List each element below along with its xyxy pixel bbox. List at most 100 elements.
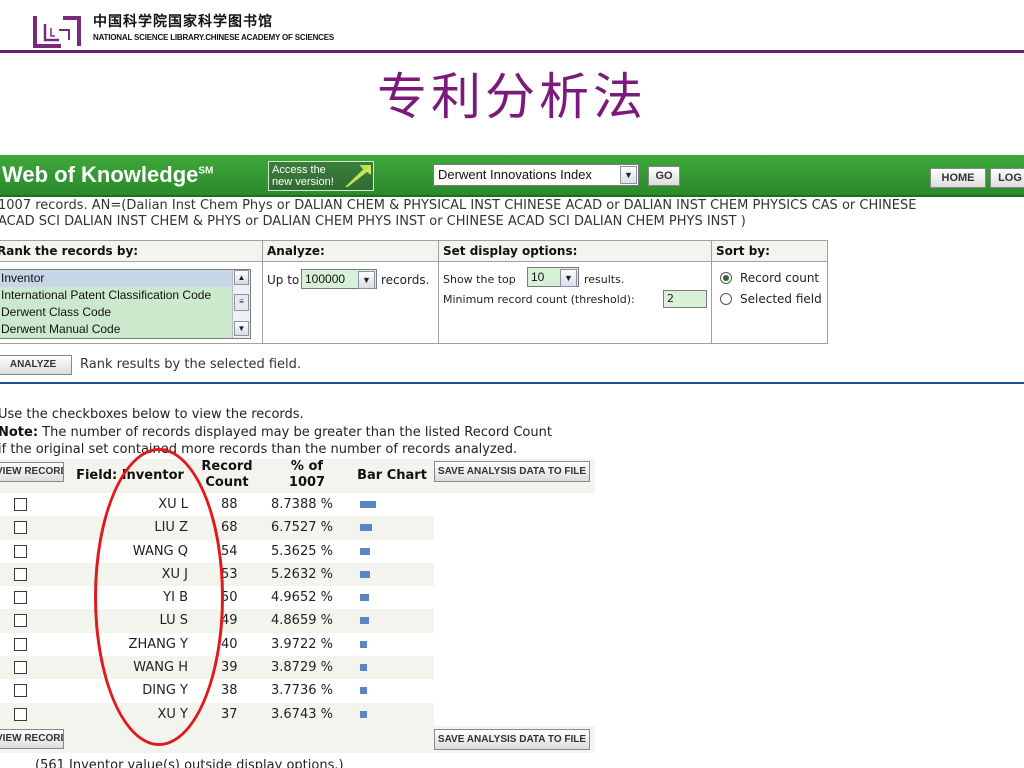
display-top-value: 10 bbox=[531, 270, 545, 284]
bar-chart-bar bbox=[360, 617, 369, 625]
display-options-panel: Set display options: Show the top 10 ▼ r… bbox=[438, 240, 712, 344]
org-name-english: NATIONAL SCIENCE LIBRARY.CHINESE ACADEMY… bbox=[93, 33, 335, 42]
rank-option[interactable]: Inventor bbox=[0, 270, 250, 287]
view-records-button[interactable]: VIEW RECORDS bbox=[0, 728, 64, 749]
analyze-hint: Rank results by the selected field. bbox=[80, 357, 302, 372]
chevron-down-icon[interactable]: ▼ bbox=[620, 166, 637, 184]
sort-selected-field-radio[interactable] bbox=[720, 293, 732, 305]
row-checkbox[interactable] bbox=[14, 707, 27, 721]
note-label: Note: bbox=[0, 425, 39, 440]
percent-value: 4.9652 % bbox=[271, 590, 333, 606]
access-line-1: Access the bbox=[272, 164, 326, 176]
chevron-down-icon[interactable]: ▼ bbox=[560, 269, 577, 287]
scroll-down-icon[interactable]: ▼ bbox=[234, 321, 249, 336]
wok-toolbar: Web of KnowledgeSM Access the new versio… bbox=[0, 155, 1024, 197]
display-top-select[interactable]: 10 ▼ bbox=[527, 267, 579, 287]
bar-chart-bar bbox=[360, 501, 376, 508]
save-analysis-button[interactable]: SAVE ANALYSIS DATA TO FILE bbox=[434, 461, 590, 482]
section-divider bbox=[0, 382, 1024, 384]
percent-value: 3.9722 % bbox=[271, 636, 333, 652]
wok-brand[interactable]: Web of KnowledgeSM bbox=[2, 162, 213, 188]
sort-selected-field-label: Selected field bbox=[740, 292, 822, 306]
row-checkbox[interactable] bbox=[14, 661, 27, 675]
log-button[interactable]: LOG bbox=[990, 168, 1024, 188]
bar-chart-bar bbox=[360, 710, 367, 718]
slide-header: 中国科学院国家科学图书馆 NATIONAL SCIENCE LIBRARY.CH… bbox=[0, 0, 1024, 53]
results-table: VIEW RECORDS Field: Inventor Record Coun… bbox=[0, 459, 595, 753]
record-count-note-2: if the original set contained more recor… bbox=[0, 442, 518, 457]
note-text: The number of records displayed may be g… bbox=[38, 425, 552, 440]
rank-option[interactable]: Derwent Manual Code bbox=[0, 321, 250, 338]
red-ellipse-annotation bbox=[94, 448, 224, 746]
analyze-prefix: Up to bbox=[267, 273, 300, 287]
view-records-button[interactable]: VIEW RECORDS bbox=[0, 462, 64, 482]
wok-brand-mark: SM bbox=[198, 165, 214, 177]
bar-chart-bar bbox=[360, 687, 367, 695]
display-header: Set display options: bbox=[439, 241, 711, 262]
record-count: 39 bbox=[221, 660, 238, 676]
percent-value: 3.8729 % bbox=[271, 660, 333, 676]
query-line-2: ACAD SCI DALIAN INST CHEM & PHYS or DALI… bbox=[0, 214, 746, 229]
bar-chart-bar bbox=[360, 664, 367, 672]
save-analysis-button[interactable]: SAVE ANALYSIS DATA TO FILE bbox=[434, 728, 590, 750]
sort-header: Sort by: bbox=[712, 241, 827, 262]
percent-value: 6.7527 % bbox=[271, 520, 333, 536]
record-count: 38 bbox=[221, 683, 238, 699]
scroll-thumb[interactable]: ≡ bbox=[234, 294, 249, 311]
table-row: DING Y 38 3.7736 % bbox=[0, 679, 434, 702]
wok-brand-text: Web of Knowledge bbox=[2, 162, 199, 187]
row-checkbox[interactable] bbox=[14, 498, 27, 511]
analyze-button[interactable]: ANALYZE bbox=[0, 355, 72, 375]
sort-panel: Sort by: Record count Selected field bbox=[711, 240, 828, 344]
org-name-chinese: 中国科学院国家科学图书馆 bbox=[93, 14, 273, 30]
database-select[interactable]: Derwent Innovations Index ▼ bbox=[433, 164, 639, 186]
percent-value: 3.7736 % bbox=[271, 683, 333, 699]
record-count: 54 bbox=[221, 543, 238, 559]
rank-option[interactable]: Derwent Class Code bbox=[0, 304, 250, 321]
analyze-panel: Analyze: Up to 100000 ▼ records. bbox=[262, 240, 439, 344]
rank-field-listbox[interactable]: Inventor International Patent Classifica… bbox=[0, 269, 251, 339]
bar-chart-bar bbox=[360, 640, 367, 648]
nsl-logo-icon bbox=[33, 16, 81, 48]
analyze-limit-select[interactable]: 100000 ▼ bbox=[301, 269, 377, 289]
go-button[interactable]: GO bbox=[648, 166, 680, 186]
rank-panel: Rank the records by: Inventor Internatio… bbox=[0, 240, 263, 344]
row-checkbox[interactable] bbox=[14, 684, 27, 698]
slide-title: 专利分析法 bbox=[377, 68, 647, 126]
record-header-line-2: Count bbox=[205, 475, 249, 490]
record-count: 68 bbox=[221, 520, 238, 536]
sort-record-count-radio[interactable] bbox=[720, 272, 732, 284]
row-checkbox[interactable] bbox=[14, 521, 27, 535]
outside-display-note: (561 Inventor value(s) outside display o… bbox=[35, 758, 344, 768]
home-button[interactable]: HOME bbox=[930, 168, 986, 188]
bar-chart-header: Bar Chart bbox=[357, 468, 427, 483]
percent-value: 5.2632 % bbox=[271, 566, 333, 582]
query-line-1: 1007 records. AN=(Dalian Inst Chem Phys … bbox=[0, 198, 917, 213]
access-new-version-button[interactable]: Access the new version! bbox=[268, 161, 374, 191]
threshold-label: Minimum record count (threshold): bbox=[443, 293, 635, 306]
threshold-input[interactable]: 2 bbox=[663, 290, 707, 308]
chevron-down-icon[interactable]: ▼ bbox=[358, 271, 375, 289]
bar-chart-bar bbox=[360, 547, 370, 555]
record-count: 37 bbox=[221, 706, 238, 722]
sort-record-count-label: Record count bbox=[740, 271, 820, 285]
bar-chart-bar bbox=[360, 594, 369, 602]
table-row: XU L 88 8.7388 % bbox=[0, 493, 434, 516]
query-summary: 1007 records. AN=(Dalian Inst Chem Phys … bbox=[0, 198, 1022, 230]
percent-header-line-1: % of bbox=[290, 459, 324, 474]
row-checkbox[interactable] bbox=[14, 567, 27, 581]
percent-value: 8.7388 % bbox=[271, 497, 333, 512]
row-checkbox[interactable] bbox=[14, 637, 27, 651]
results-rows: XU L 88 8.7388 % LIU Z 68 6.7527 % WANG Q 54 5.3… bbox=[0, 493, 595, 726]
rank-option[interactable]: International Patent Classification Code bbox=[0, 287, 250, 304]
listbox-scrollbar[interactable]: ▲ ≡ ▼ bbox=[232, 270, 250, 338]
record-count-header: Record Count bbox=[197, 459, 257, 491]
row-checkbox[interactable] bbox=[14, 614, 27, 628]
row-checkbox[interactable] bbox=[14, 544, 27, 558]
percent-value: 3.6743 % bbox=[271, 706, 333, 722]
rank-header: Rank the records by: bbox=[0, 241, 262, 262]
percent-header: % of 1007 bbox=[272, 459, 342, 491]
percent-value: 5.3625 % bbox=[271, 543, 333, 559]
scroll-up-icon[interactable]: ▲ bbox=[234, 270, 249, 285]
row-checkbox[interactable] bbox=[14, 591, 27, 605]
